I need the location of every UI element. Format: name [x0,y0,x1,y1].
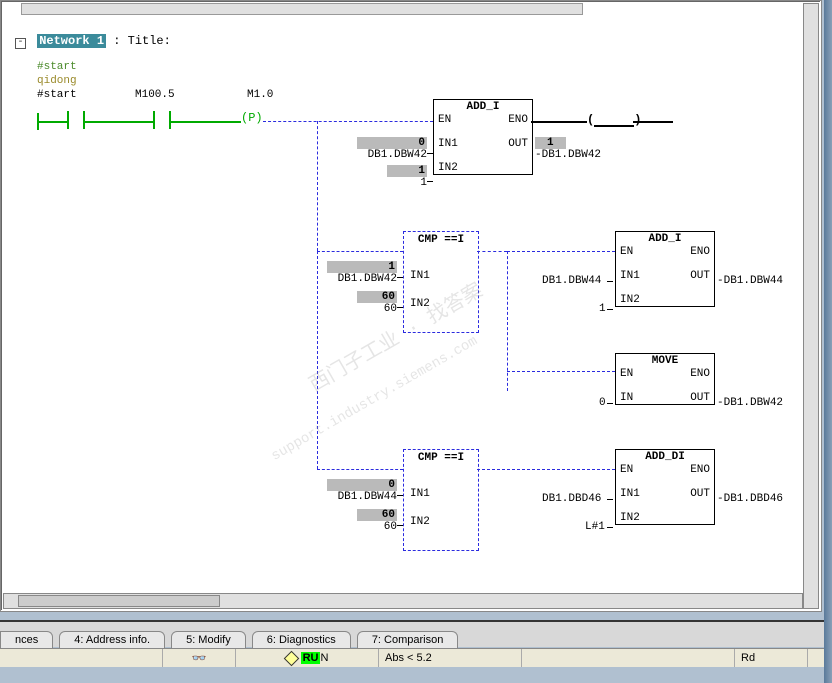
block-cmp-1[interactable]: CMP ==I IN1 IN2 [403,231,479,333]
block-cmp-2[interactable]: CMP ==I IN1 IN2 [403,449,479,551]
network-header: - Network 1 : Title: [15,34,171,49]
block-add-i-2[interactable]: ADD_I ENENO IN1OUT IN2 [615,231,715,307]
contact-start[interactable] [67,111,85,129]
tab-diagnostics[interactable]: 6: Diagnostics [252,631,351,648]
contact-label-m10: M1.0 [247,89,273,101]
output-coil[interactable]: () [587,113,641,127]
sym-qidong: qidong [37,75,77,87]
out-move: -DB1.DBW42 [717,397,783,409]
eno-line [531,121,587,123]
wire [39,121,67,123]
sym-start: #start [37,61,77,73]
h-scrollbar[interactable] [3,593,803,609]
branch-h1 [317,251,403,252]
in1-cmp2: 0 DB1.DBW44 [327,479,397,503]
editor-frame: - Network 1 : Title: #start qidong #star… [0,0,822,612]
network-label[interactable]: Network 1 [37,34,106,48]
block-move[interactable]: MOVE ENENO INOUT [615,353,715,405]
in1-val-add1: 0 DB1.DBW42 [357,137,427,161]
network-title-prefix: : Title: [113,34,171,48]
contact-label-m1005: M100.5 [135,89,175,101]
wire-dashed [263,121,433,122]
out-add-di: -DB1.DBD46 [717,493,783,505]
branch-v1 [317,121,318,251]
block-add-i-1[interactable]: ADD_I ENENO IN1OUT IN2 [433,99,533,175]
in2-cmp2: 60 60 [357,509,397,533]
in1-cmp1: 1 DB1.DBW42 [327,261,397,285]
in-move: 0 [599,397,606,409]
block-title: ADD_I [434,100,532,114]
split-ruler[interactable] [21,3,583,15]
collapse-icon[interactable]: - [15,38,26,49]
in1-add2: DB1.DBW44 [542,275,601,287]
edge-p[interactable]: (P) [241,111,263,125]
out-val-add1: 1 -DB1.DBW42 [535,137,601,161]
tab-modify[interactable]: 5: Modify [171,631,246,648]
h-scroll-thumb[interactable] [18,595,220,607]
v-scrollbar[interactable] [803,3,819,609]
wire [171,121,241,123]
monitor-icon[interactable]: 👓 [192,651,207,665]
contact-label-start: #start [37,89,77,101]
ladder-area[interactable]: #start qidong #start M100.5 M1.0 (P) ADD… [37,61,807,601]
wire [85,121,153,123]
status-rd: Rd [735,649,808,667]
in2-val-add1: 1 1 [387,165,427,189]
in1-add-di: DB1.DBD46 [542,493,601,505]
in2-add2: 1 [599,303,606,315]
status-abs: Abs < 5.2 [379,649,522,667]
contact-m1005[interactable] [153,111,171,129]
tab-address-info[interactable]: 4: Address info. [59,631,165,648]
tab-comparison[interactable]: 7: Comparison [357,631,459,648]
out-add2: -DB1.DBW44 [717,275,783,287]
block-add-di[interactable]: ADD_DI ENENO IN1OUT IN2 [615,449,715,525]
tab-strip: nces 4: Address info. 5: Modify 6: Diagn… [0,620,828,647]
window-edge [824,0,832,683]
status-bar: 👓 RUN Abs < 5.2 Rd [0,648,828,667]
tab-prev[interactable]: nces [0,631,53,648]
in2-add-di: L#1 [585,521,605,533]
state-diamond-icon [283,650,299,666]
watermark-url: support.industry.siemens.com [269,333,481,464]
run-state: RU [301,652,321,664]
in2-cmp1: 60 60 [357,291,397,315]
